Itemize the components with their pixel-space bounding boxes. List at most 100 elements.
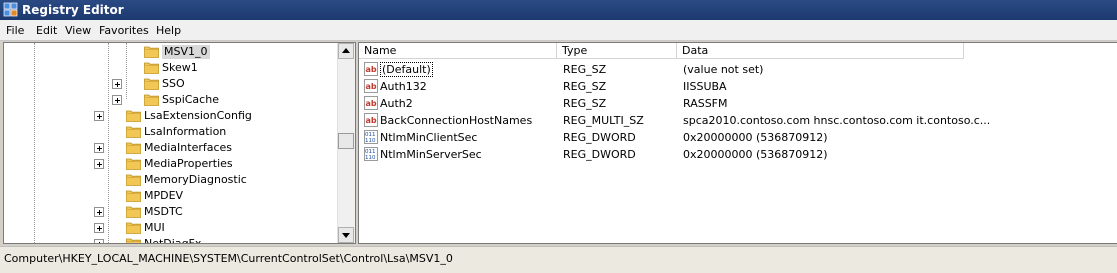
string-value-icon: ab	[364, 96, 378, 110]
binary-value-icon: 011 110	[364, 130, 378, 144]
tree-item-label[interactable]: NetDiagFx	[144, 237, 201, 243]
scroll-down-button[interactable]	[338, 227, 354, 243]
expand-plus-icon[interactable]	[94, 207, 104, 217]
menu-help[interactable]: Help	[156, 24, 181, 37]
value-row[interactable]: ab (Default) REG_SZ (value not set)	[359, 61, 1117, 78]
value-type: REG_MULTI_SZ	[563, 114, 644, 127]
tree-item-label[interactable]: SSO	[162, 77, 185, 91]
tree-item[interactable]: MPDEV	[4, 188, 336, 204]
string-value-icon: ab	[364, 113, 378, 127]
value-type: REG_SZ	[563, 97, 607, 110]
tree-item-label[interactable]: MediaInterfaces	[144, 141, 232, 155]
values-list-pane[interactable]: Name Type Data ab (Default) REG_SZ (value n…	[358, 42, 1117, 244]
tree-item[interactable]: MediaInterfaces	[4, 140, 336, 156]
tree-item-label[interactable]: MUI	[144, 221, 165, 235]
value-name: NtlmMinServerSec	[380, 148, 482, 161]
tree-vertical-scrollbar[interactable]	[337, 43, 355, 243]
value-type: REG_DWORD	[563, 148, 636, 161]
tree-item-label[interactable]: MSDTC	[144, 205, 183, 219]
value-name: NtlmMinClientSec	[380, 131, 478, 144]
folder-icon	[144, 77, 159, 90]
value-row[interactable]: ab BackConnectionHostNames REG_MULTI_SZ spc…	[359, 112, 1117, 129]
tree-item[interactable]: MUI	[4, 220, 336, 236]
value-row[interactable]: ab Auth132 REG_SZ IISSUBA	[359, 78, 1117, 95]
value-type: REG_SZ	[563, 80, 607, 93]
string-value-icon: ab	[364, 62, 378, 76]
tree-item[interactable]: NetDiagFx	[4, 236, 336, 243]
tree-item-label[interactable]: LsaExtensionConfig	[144, 109, 252, 123]
folder-icon	[126, 237, 141, 243]
value-data: 0x20000000 (536870912)	[683, 131, 828, 144]
expand-plus-icon[interactable]	[94, 111, 104, 121]
tree-item-label[interactable]: MPDEV	[144, 189, 183, 203]
svg-text:ab: ab	[366, 82, 377, 91]
folder-icon	[126, 205, 141, 218]
expand-plus-icon[interactable]	[112, 79, 122, 89]
svg-text:ab: ab	[366, 116, 377, 125]
column-header-name[interactable]: Name	[359, 43, 557, 59]
value-data: 0x20000000 (536870912)	[683, 148, 828, 161]
value-data: spca2010.contoso.com hnsc.contoso.com it…	[683, 114, 991, 127]
folder-icon	[126, 221, 141, 234]
folder-icon	[126, 173, 141, 186]
menu-view[interactable]: View	[65, 24, 91, 37]
value-name: Auth2	[380, 97, 413, 110]
tree-item-label[interactable]: MSV1_0	[162, 45, 210, 59]
tree-item[interactable]: MemoryDiagnostic	[4, 172, 336, 188]
value-name: (Default)	[380, 62, 433, 77]
value-data: (value not set)	[683, 63, 764, 76]
folder-icon	[144, 45, 159, 58]
menu-file[interactable]: File	[6, 24, 24, 37]
value-data: RASSFM	[683, 97, 728, 110]
menu-edit[interactable]: Edit	[36, 24, 57, 37]
registry-editor-icon	[3, 2, 18, 17]
expand-plus-icon[interactable]	[94, 239, 104, 243]
folder-icon	[126, 189, 141, 202]
folder-icon	[126, 141, 141, 154]
svg-text:110: 110	[365, 138, 376, 144]
tree-item[interactable]: SSO	[4, 76, 336, 92]
title-bar: Registry Editor	[0, 0, 1117, 20]
menu-favorites[interactable]: Favorites	[99, 24, 149, 37]
tree-item[interactable]: MediaProperties	[4, 156, 336, 172]
value-type: REG_SZ	[563, 63, 607, 76]
tree-item[interactable]: MSV1_0	[4, 44, 336, 60]
key-tree-pane[interactable]: MSV1_0 Skew1 SSO SspiCache LsaExtensionConfi…	[3, 42, 356, 244]
tree-item[interactable]: LsaExtensionConfig	[4, 108, 336, 124]
scroll-up-arrow-icon	[342, 48, 350, 53]
scroll-thumb[interactable]	[338, 133, 354, 149]
value-name: Auth132	[380, 80, 427, 93]
tree-item-label[interactable]: MediaProperties	[144, 157, 233, 171]
tree-item[interactable]: SspiCache	[4, 92, 336, 108]
status-path: Computer\HKEY_LOCAL_MACHINE\SYSTEM\Curre…	[4, 252, 453, 265]
string-value-icon: ab	[364, 79, 378, 93]
column-header-data[interactable]: Data	[677, 43, 964, 59]
binary-value-icon: 011 110	[364, 147, 378, 161]
value-row[interactable]: ab Auth2 REG_SZ RASSFM	[359, 95, 1117, 112]
svg-text:ab: ab	[366, 99, 377, 108]
tree-item[interactable]: MSDTC	[4, 204, 336, 220]
expand-plus-icon[interactable]	[94, 223, 104, 233]
value-data: IISSUBA	[683, 80, 727, 93]
tree-item[interactable]: LsaInformation	[4, 124, 336, 140]
expand-plus-icon[interactable]	[112, 95, 122, 105]
column-header-type[interactable]: Type	[557, 43, 677, 59]
folder-icon	[126, 109, 141, 122]
value-name: BackConnectionHostNames	[380, 114, 533, 127]
folder-icon	[126, 157, 141, 170]
expand-plus-icon[interactable]	[94, 143, 104, 153]
expand-plus-icon[interactable]	[94, 159, 104, 169]
tree-item-label[interactable]: Skew1	[162, 61, 198, 75]
svg-text:110: 110	[365, 155, 376, 161]
svg-text:ab: ab	[366, 65, 377, 74]
menu-bar: File Edit View Favorites Help	[0, 20, 1117, 41]
value-row[interactable]: 011 110 NtlmMinServerSec REG_DWORD 0x2000000…	[359, 146, 1117, 163]
scroll-up-button[interactable]	[338, 43, 354, 59]
tree-item-label[interactable]: LsaInformation	[144, 125, 226, 139]
tree-item-label[interactable]: MemoryDiagnostic	[144, 173, 247, 187]
tree-item[interactable]: Skew1	[4, 60, 336, 76]
tree-item-label[interactable]: SspiCache	[162, 93, 219, 107]
scroll-down-arrow-icon	[342, 233, 350, 238]
value-row[interactable]: 011 110 NtlmMinClientSec REG_DWORD 0x2000000…	[359, 129, 1117, 146]
folder-icon	[144, 93, 159, 106]
